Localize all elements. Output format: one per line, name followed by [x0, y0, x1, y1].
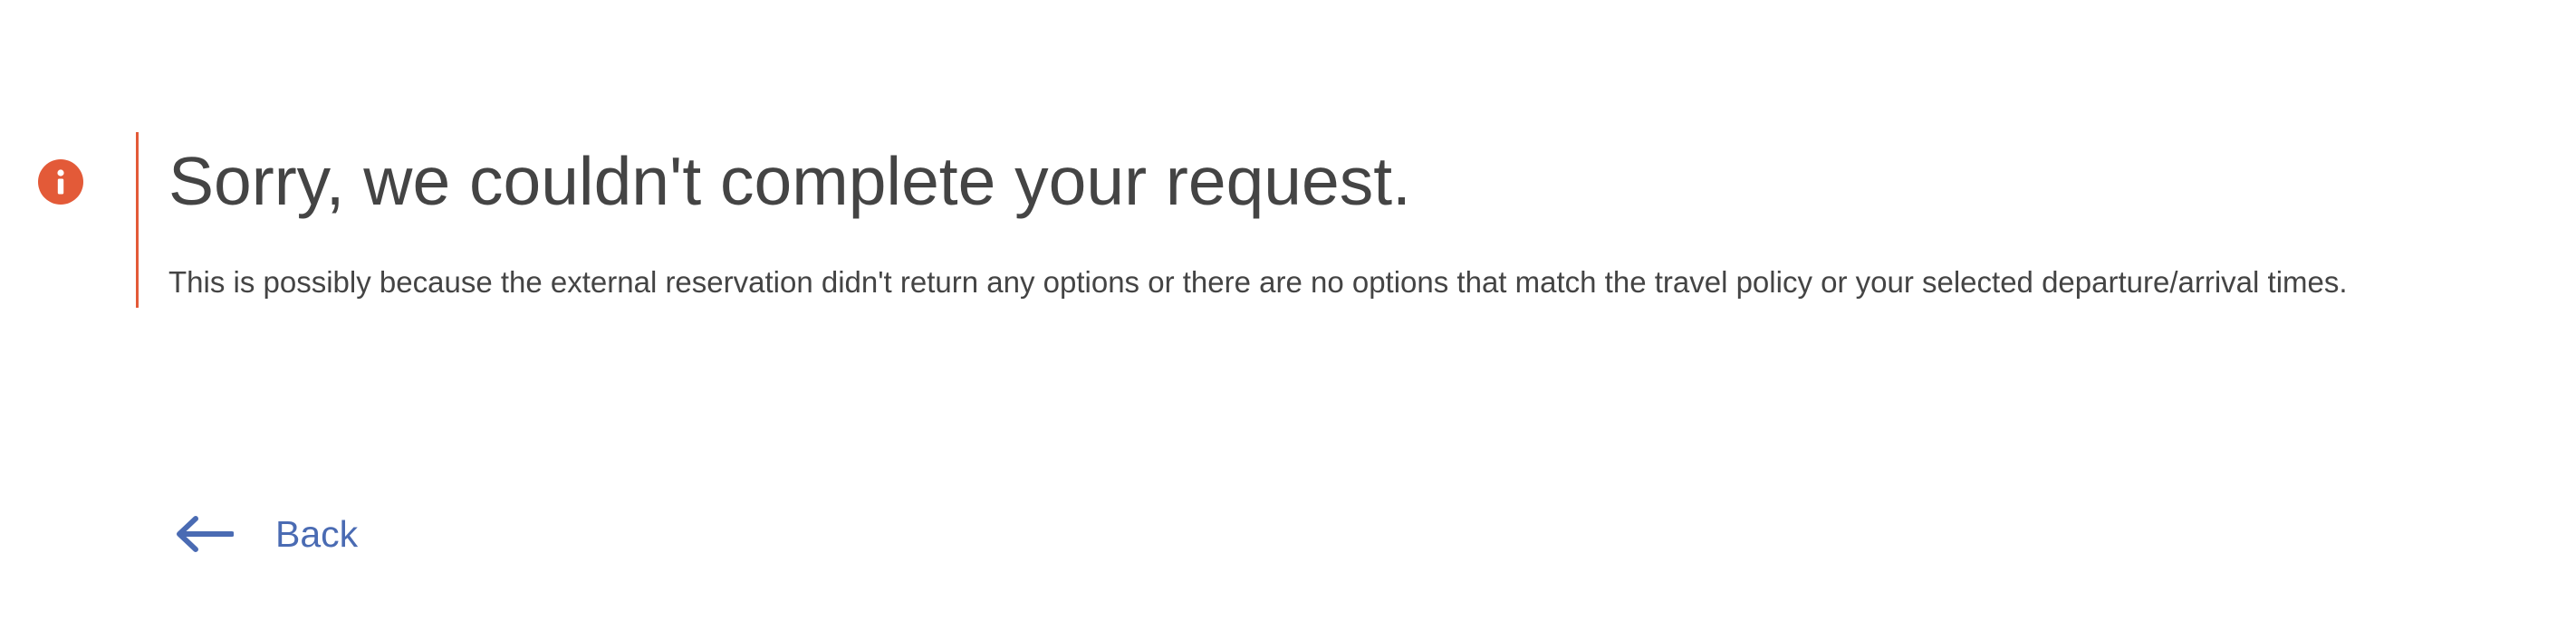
- arrow-left-icon: [177, 516, 234, 552]
- back-label: Back: [275, 513, 359, 555]
- back-button[interactable]: Back: [174, 509, 358, 559]
- alert-accent-bar: [136, 132, 139, 308]
- error-page: Sorry, we couldn't complete your request…: [0, 0, 2576, 639]
- info-circle-icon: [38, 159, 83, 205]
- error-description: This is possibly because the external re…: [168, 265, 2348, 299]
- error-title: Sorry, we couldn't complete your request…: [168, 143, 1411, 219]
